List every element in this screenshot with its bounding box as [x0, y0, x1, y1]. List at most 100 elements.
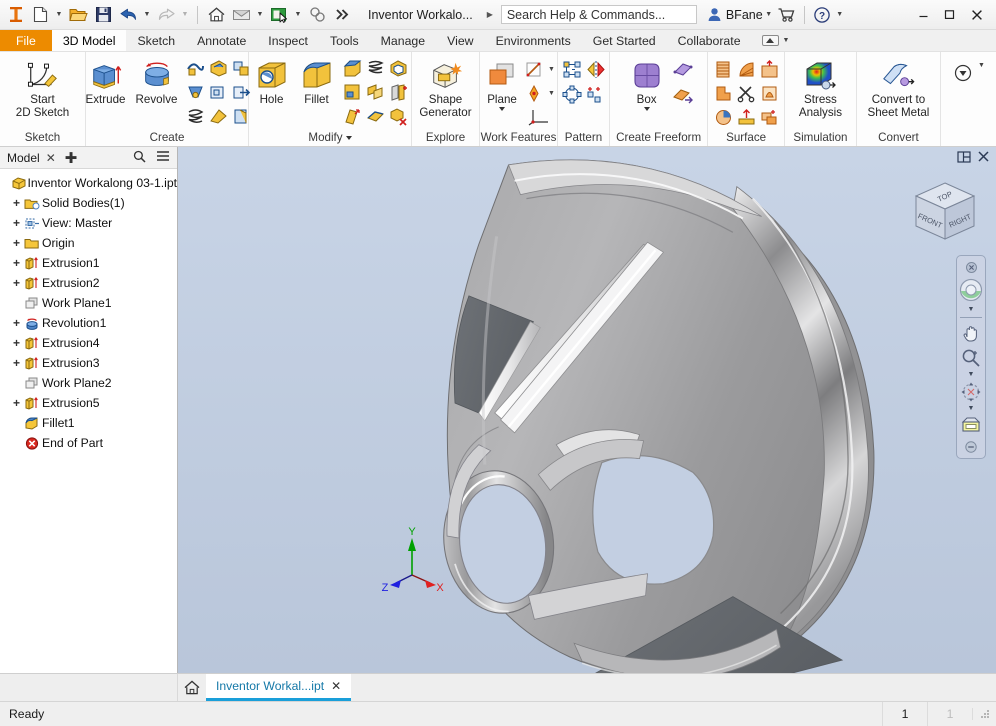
- tree-item-end-of-part[interactable]: End of Part: [3, 433, 177, 453]
- delete-face-icon[interactable]: [387, 105, 409, 127]
- direct-edit-icon[interactable]: [341, 105, 363, 127]
- tree-expander-plus-icon[interactable]: +: [10, 336, 23, 350]
- tree-item-part-document[interactable]: Inventor Workalong 03-1.ipt: [3, 173, 177, 193]
- modify-panel-chevron-down-icon[interactable]: [345, 136, 352, 140]
- hole-button[interactable]: Hole: [251, 57, 293, 106]
- tree-item-extrusion5[interactable]: + Extrusion5: [3, 393, 177, 413]
- tree-item-extrusion2[interactable]: + Extrusion2: [3, 273, 177, 293]
- work-point-icon[interactable]: [523, 82, 545, 104]
- mirror-icon[interactable]: [585, 59, 607, 81]
- work-point-chevron-down-icon[interactable]: ▼: [548, 90, 555, 97]
- resize-grip-icon[interactable]: [972, 708, 996, 720]
- part-model-graphic[interactable]: [178, 147, 996, 673]
- tree-item-extrusion1[interactable]: + Extrusion1: [3, 253, 177, 273]
- zoom-magnifier-icon[interactable]: [958, 346, 984, 370]
- tree-expander-plus-icon[interactable]: +: [10, 396, 23, 410]
- ruled-surface-icon[interactable]: [712, 58, 734, 80]
- undo-arrow-icon[interactable]: [116, 3, 140, 27]
- tree-item-revolution1[interactable]: + Revolution1: [3, 313, 177, 333]
- double-chevron-right-icon[interactable]: [330, 3, 354, 27]
- trim-icon[interactable]: [735, 82, 757, 104]
- freeform-box-button[interactable]: Box: [624, 57, 670, 111]
- minimize-button[interactable]: [910, 2, 936, 28]
- plane-chevron-down-icon[interactable]: [499, 107, 506, 111]
- extrude-button[interactable]: Extrude: [82, 57, 130, 106]
- chamfer-icon[interactable]: [341, 57, 363, 79]
- zoom-chevron-down-icon[interactable]: ▼: [968, 371, 975, 379]
- work-axis-icon[interactable]: [523, 58, 545, 80]
- viewport-close-icon[interactable]: [977, 150, 990, 166]
- ribbon-minimize-chevron-down-icon[interactable]: ▼: [783, 37, 790, 44]
- navbar-close-small-icon[interactable]: [958, 260, 984, 274]
- work-axis-chevron-down-icon[interactable]: ▼: [548, 66, 555, 73]
- new-file-icon[interactable]: [28, 3, 52, 27]
- tree-expander-plus-icon[interactable]: +: [10, 196, 23, 210]
- steeringwheel-chevron-down-icon[interactable]: ▼: [968, 306, 975, 314]
- tree-expander-plus-icon[interactable]: +: [10, 256, 23, 270]
- home-icon[interactable]: [204, 3, 228, 27]
- tree-expander-plus-icon[interactable]: +: [10, 236, 23, 250]
- tab-collaborate[interactable]: Collaborate: [667, 30, 752, 51]
- sketch-driven-pattern-icon[interactable]: [585, 84, 607, 106]
- shopping-cart-icon[interactable]: [775, 3, 799, 27]
- document-home-button[interactable]: [178, 674, 206, 701]
- stress-analysis-button[interactable]: Stress Analysis: [786, 57, 854, 119]
- return-dropdown-chevron-down-icon[interactable]: ▼: [254, 3, 266, 27]
- coil-icon[interactable]: [184, 105, 206, 127]
- tab-manage[interactable]: Manage: [370, 30, 436, 51]
- copy-surface-icon[interactable]: [758, 106, 780, 128]
- tab-inspect[interactable]: Inspect: [257, 30, 319, 51]
- navbar-options-icon[interactable]: [958, 439, 984, 455]
- close-button[interactable]: [962, 2, 992, 28]
- freeform-box-chevron-down-icon[interactable]: [643, 107, 650, 111]
- new-file-dropdown-chevron-down-icon[interactable]: ▼: [53, 3, 65, 27]
- help-dropdown-chevron-down-icon[interactable]: ▼: [834, 3, 846, 27]
- tree-item-extrusion4[interactable]: + Extrusion4: [3, 333, 177, 353]
- tab-environments[interactable]: Environments: [485, 30, 582, 51]
- split-icon[interactable]: [387, 81, 409, 103]
- steering-wheel-icon[interactable]: [958, 275, 984, 305]
- orbit-icon[interactable]: [958, 380, 984, 404]
- green-book-cursor-icon[interactable]: [267, 3, 291, 27]
- orbit-chevron-down-icon[interactable]: ▼: [968, 405, 975, 413]
- stitch-icon[interactable]: [758, 58, 780, 80]
- draft-icon[interactable]: [341, 81, 363, 103]
- extend-icon[interactable]: [712, 82, 734, 104]
- tree-expander-plus-icon[interactable]: +: [10, 216, 23, 230]
- revolve-button[interactable]: Revolve: [132, 57, 182, 106]
- tree-item-extrusion3[interactable]: + Extrusion3: [3, 353, 177, 373]
- sweep-icon[interactable]: [184, 57, 206, 79]
- panel-overflow-chevron-down-icon[interactable]: ▼: [978, 62, 985, 69]
- loft-icon[interactable]: [184, 81, 206, 103]
- browser-tab-model[interactable]: Model: [4, 151, 40, 165]
- boundary-patch-icon[interactable]: [735, 106, 757, 128]
- tab-3d-model[interactable]: 3D Model: [51, 30, 127, 51]
- 3d-viewport[interactable]: TOP FRONT RIGHT ▼ ▼ ▼ Y X Z: [178, 147, 996, 673]
- thread-icon[interactable]: [364, 57, 386, 79]
- combine-icon[interactable]: [364, 81, 386, 103]
- tree-item-work-plane1[interactable]: Work Plane1: [3, 293, 177, 313]
- select-filter-icon[interactable]: [305, 3, 329, 27]
- view-cube[interactable]: TOP FRONT RIGHT: [908, 177, 982, 251]
- tab-get-started[interactable]: Get Started: [582, 30, 667, 51]
- open-folder-icon[interactable]: [66, 3, 90, 27]
- search-input[interactable]: Search Help & Commands...: [500, 5, 697, 24]
- ribbon-minimize-button[interactable]: ▼: [752, 30, 800, 51]
- ucs-icon[interactable]: [528, 106, 550, 128]
- look-at-icon[interactable]: [958, 414, 984, 438]
- emboss-icon[interactable]: [207, 57, 229, 79]
- document-tab-active[interactable]: Inventor Workal...ipt ✕: [206, 674, 352, 701]
- browser-search-icon[interactable]: [130, 150, 149, 166]
- browser-add-tab-plus-icon[interactable]: ✚: [62, 149, 81, 167]
- tree-expander-plus-icon[interactable]: +: [10, 316, 23, 330]
- freeform-plane-icon[interactable]: [672, 58, 694, 80]
- replace-face-icon[interactable]: [712, 106, 734, 128]
- circular-pattern-icon[interactable]: [561, 84, 583, 106]
- tab-sketch[interactable]: Sketch: [126, 30, 186, 51]
- freeform-convert-icon[interactable]: [672, 84, 694, 106]
- shape-generator-button[interactable]: Shape Generator: [414, 57, 478, 119]
- plane-button[interactable]: Plane: [482, 57, 522, 111]
- rectangular-pattern-icon[interactable]: [561, 59, 583, 81]
- fillet-button[interactable]: Fillet: [295, 57, 339, 106]
- tree-item-solid-bodies[interactable]: + Solid Bodies(1): [3, 193, 177, 213]
